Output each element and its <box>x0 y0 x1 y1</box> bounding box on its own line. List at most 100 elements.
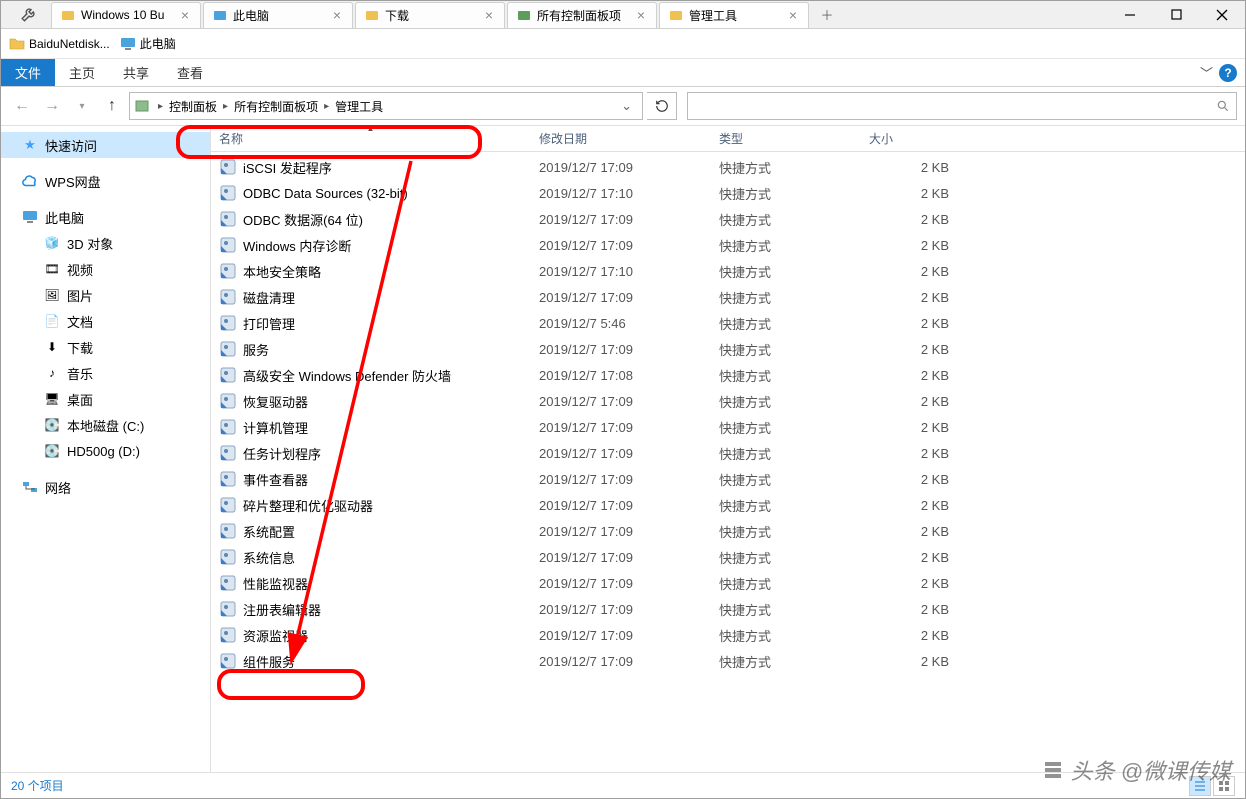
file-name: iSCSI 发起程序 <box>243 158 332 177</box>
file-row[interactable]: ODBC Data Sources (32-bit) 2019/12/7 17:… <box>211 180 1245 206</box>
file-row[interactable]: 事件查看器 2019/12/7 17:09 快捷方式 2 KB <box>211 466 1245 492</box>
crumb-all-items[interactable]: 所有控制面板项 <box>230 98 322 115</box>
nav-network[interactable]: 网络 <box>1 474 210 500</box>
nav-sub-item[interactable]: 📄文档 <box>1 308 210 334</box>
file-size: 2 KB <box>861 186 961 201</box>
shortcut-icon <box>219 340 237 358</box>
col-header-date[interactable]: 修改日期 <box>531 126 711 151</box>
file-row[interactable]: 任务计划程序 2019/12/7 17:09 快捷方式 2 KB <box>211 440 1245 466</box>
shortcut-icon <box>219 236 237 254</box>
file-size: 2 KB <box>861 368 961 383</box>
folder-icon: 🖼 <box>43 286 61 304</box>
chevron-right-icon[interactable]: ▸ <box>322 101 331 112</box>
nav-quick-access[interactable]: ★ 快速访问 <box>1 132 210 158</box>
file-size: 2 KB <box>861 290 961 305</box>
file-row[interactable]: iSCSI 发起程序 2019/12/7 17:09 快捷方式 2 KB <box>211 154 1245 180</box>
nav-sub-item[interactable]: 🖥桌面 <box>1 386 210 412</box>
tab-close-icon[interactable]: × <box>482 7 496 23</box>
address-row: ← → ▾ ↑ ▸ 控制面板 ▸ 所有控制面板项 ▸ 管理工具 ⌄ <box>1 87 1245 125</box>
browser-tab[interactable]: 此电脑× <box>203 2 353 28</box>
file-name: 组件服务 <box>243 652 295 671</box>
file-row[interactable]: 恢复驱动器 2019/12/7 17:09 快捷方式 2 KB <box>211 388 1245 414</box>
file-row[interactable]: ODBC 数据源(64 位) 2019/12/7 17:09 快捷方式 2 KB <box>211 206 1245 232</box>
help-icon[interactable]: ? <box>1219 64 1237 82</box>
forward-button[interactable]: → <box>39 93 65 119</box>
file-name: 本地安全策略 <box>243 262 321 281</box>
file-row[interactable]: 注册表编辑器 2019/12/7 17:09 快捷方式 2 KB <box>211 596 1245 622</box>
browser-tab[interactable]: 管理工具× <box>659 2 809 28</box>
nav-this-pc[interactable]: 此电脑 <box>1 204 210 230</box>
close-button[interactable] <box>1199 0 1245 30</box>
file-size: 2 KB <box>861 498 961 513</box>
chevron-right-icon[interactable]: ▸ <box>156 101 165 112</box>
browser-tab[interactable]: Windows 10 Bu× <box>51 2 201 28</box>
file-row[interactable]: 资源监视器 2019/12/7 17:09 快捷方式 2 KB <box>211 622 1245 648</box>
address-dropdown-icon[interactable]: ⌄ <box>615 98 638 114</box>
tab-close-icon[interactable]: × <box>634 7 648 23</box>
refresh-button[interactable] <box>647 92 677 120</box>
address-bar[interactable]: ▸ 控制面板 ▸ 所有控制面板项 ▸ 管理工具 ⌄ <box>129 92 643 120</box>
nav-wps[interactable]: WPS网盘 <box>1 168 210 194</box>
col-header-type[interactable]: 类型 <box>711 126 861 151</box>
nav-sub-item[interactable]: ♪音乐 <box>1 360 210 386</box>
nav-sub-item[interactable]: 💽HD500g (D:) <box>1 438 210 464</box>
tab-label: 下载 <box>385 7 482 24</box>
crumb-admin-tools[interactable]: 管理工具 <box>331 98 387 115</box>
file-type: 快捷方式 <box>711 548 861 567</box>
new-tab-button[interactable]: ＋ <box>815 4 839 26</box>
file-date: 2019/12/7 17:09 <box>531 498 711 513</box>
qa-item-thispc[interactable]: 此电脑 <box>120 35 176 52</box>
nav-tree: ★ 快速访问 WPS网盘 此电脑 🧊3D 对象🎞视频🖼图片📄文档⬇下载♪音乐🖥桌… <box>1 126 211 772</box>
ribbon-tab-view[interactable]: 查看 <box>163 59 217 86</box>
folder-icon: ⬇ <box>43 338 61 356</box>
chevron-right-icon[interactable]: ▸ <box>221 101 230 112</box>
col-header-name[interactable]: ▲ 名称 <box>211 126 531 151</box>
search-icon <box>1216 99 1230 113</box>
minimize-button[interactable] <box>1107 0 1153 30</box>
shortcut-icon <box>219 158 237 176</box>
crumb-control-panel[interactable]: 控制面板 <box>165 98 221 115</box>
tab-close-icon[interactable]: × <box>330 7 344 23</box>
nav-sub-item[interactable]: 💽本地磁盘 (C:) <box>1 412 210 438</box>
nav-sub-item[interactable]: 🧊3D 对象 <box>1 230 210 256</box>
folder-icon: 🎞 <box>43 260 61 278</box>
ribbon-tab-file[interactable]: 文件 <box>1 59 55 86</box>
tab-icon <box>516 7 532 23</box>
file-row[interactable]: 碎片整理和优化驱动器 2019/12/7 17:09 快捷方式 2 KB <box>211 492 1245 518</box>
back-button[interactable]: ← <box>9 93 35 119</box>
recent-dropdown[interactable]: ▾ <box>69 93 95 119</box>
file-row[interactable]: 系统配置 2019/12/7 17:09 快捷方式 2 KB <box>211 518 1245 544</box>
file-row[interactable]: 服务 2019/12/7 17:09 快捷方式 2 KB <box>211 336 1245 362</box>
file-row[interactable]: 系统信息 2019/12/7 17:09 快捷方式 2 KB <box>211 544 1245 570</box>
qa-item-baidu[interactable]: BaiduNetdisk... <box>9 36 110 52</box>
folder-icon <box>9 36 25 52</box>
file-date: 2019/12/7 17:09 <box>531 290 711 305</box>
expand-ribbon-icon[interactable]: ﹀ <box>1200 63 1213 82</box>
nav-sub-item[interactable]: 🎞视频 <box>1 256 210 282</box>
maximize-button[interactable] <box>1153 0 1199 30</box>
file-row[interactable]: 计算机管理 2019/12/7 17:09 快捷方式 2 KB <box>211 414 1245 440</box>
nav-sub-item[interactable]: 🖼图片 <box>1 282 210 308</box>
browser-tab[interactable]: 所有控制面板项× <box>507 2 657 28</box>
file-date: 2019/12/7 17:09 <box>531 160 711 175</box>
file-size: 2 KB <box>861 212 961 227</box>
browser-tab[interactable]: 下载× <box>355 2 505 28</box>
up-button[interactable]: ↑ <box>99 93 125 119</box>
file-row[interactable]: 组件服务 2019/12/7 17:09 快捷方式 2 KB <box>211 648 1245 674</box>
col-header-size[interactable]: 大小 <box>861 126 961 151</box>
file-date: 2019/12/7 17:09 <box>531 212 711 227</box>
search-input[interactable] <box>687 92 1237 120</box>
file-row[interactable]: Windows 内存诊断 2019/12/7 17:09 快捷方式 2 KB <box>211 232 1245 258</box>
file-row[interactable]: 磁盘清理 2019/12/7 17:09 快捷方式 2 KB <box>211 284 1245 310</box>
ribbon-tab-home[interactable]: 主页 <box>55 59 109 86</box>
nav-sub-item[interactable]: ⬇下载 <box>1 334 210 360</box>
tab-close-icon[interactable]: × <box>178 7 192 23</box>
shortcut-icon <box>219 184 237 202</box>
file-type: 快捷方式 <box>711 158 861 177</box>
file-row[interactable]: 高级安全 Windows Defender 防火墙 2019/12/7 17:0… <box>211 362 1245 388</box>
ribbon-tab-share[interactable]: 共享 <box>109 59 163 86</box>
file-row[interactable]: 本地安全策略 2019/12/7 17:10 快捷方式 2 KB <box>211 258 1245 284</box>
tab-close-icon[interactable]: × <box>786 7 800 23</box>
file-row[interactable]: 打印管理 2019/12/7 5:46 快捷方式 2 KB <box>211 310 1245 336</box>
file-row[interactable]: 性能监视器 2019/12/7 17:09 快捷方式 2 KB <box>211 570 1245 596</box>
